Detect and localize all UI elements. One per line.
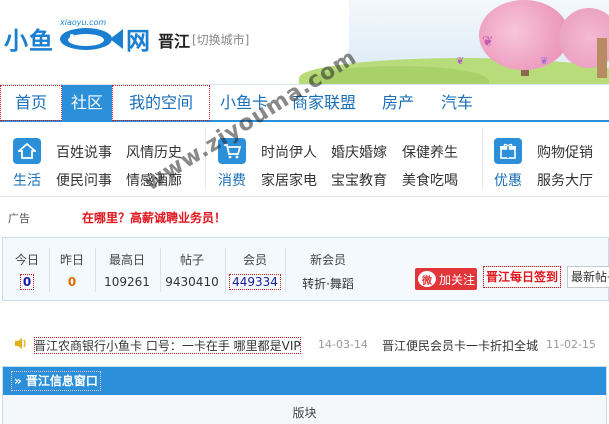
current-city: 晋江 xyxy=(158,32,191,51)
category-link[interactable]: 百姓说事 xyxy=(56,142,112,162)
stat-value: 449334 xyxy=(227,274,283,290)
announcement-link[interactable]: 晋江农商银行小鱼卡 口号：一卡在手 哪里都是VIP xyxy=(34,337,301,354)
category-link[interactable]: 便民问事 xyxy=(56,170,112,190)
category-group-discount: 优惠 购物促销 服务大厅 xyxy=(483,122,609,197)
stat-label: 最高日 xyxy=(108,253,145,267)
stat-today-value: 0 xyxy=(19,274,35,290)
category-title-discount[interactable]: 优惠 xyxy=(494,170,522,190)
ad-strip: 广告 在哪里？高薪诚聘业务员！ xyxy=(0,197,609,235)
category-title-consume[interactable]: 消费 xyxy=(218,170,246,190)
nav-real-estate[interactable]: 房产 xyxy=(376,85,420,121)
speaker-icon xyxy=(14,337,28,354)
stat-label: 新会员 xyxy=(309,253,346,267)
gift-icon xyxy=(494,138,522,164)
logo-url-text: xiaoyu.com xyxy=(60,18,107,27)
nav-home[interactable]: 首页 xyxy=(0,85,62,121)
switch-city-link[interactable]: [切换城市] xyxy=(192,31,249,48)
category-link[interactable]: 婚庆婚嫁 xyxy=(331,142,387,162)
stat-peak-day: 最高日 109261 xyxy=(97,238,157,300)
category-link[interactable]: 服务大厅 xyxy=(537,170,593,190)
stat-divider xyxy=(49,248,50,292)
category-panel: 生活 百姓说事 风情历史 便民问事 情感酒廊 消费 时尚伊人 婚庆婚嫁 保健养生… xyxy=(0,122,609,197)
weibo-follow-button[interactable]: 微 加关注 xyxy=(415,268,477,290)
weibo-icon: 微 xyxy=(418,271,436,287)
stat-divider xyxy=(225,248,226,292)
stat-posts: 帖子 9430410 xyxy=(161,238,223,300)
announcement-date: 14-03-14 xyxy=(318,338,368,351)
category-title-life[interactable]: 生活 xyxy=(13,170,41,190)
stat-yesterday-value: 0 xyxy=(67,275,77,289)
ad-link[interactable]: 在哪里？高薪诚聘业务员！ xyxy=(82,209,226,226)
announcement-ticker: 晋江农商银行小鱼卡 口号：一卡在手 哪里都是VIP 14-03-14 晋江便民会… xyxy=(0,333,609,355)
stat-label: 会员 xyxy=(242,253,267,267)
logo-text-left: 小鱼 xyxy=(4,26,54,55)
nav-community[interactable]: 社区 xyxy=(62,85,112,121)
site-logo[interactable]: 小鱼 xiaoyu.com 网 xyxy=(4,18,151,56)
stat-yesterday: 昨日 0 xyxy=(51,238,93,300)
home-icon xyxy=(13,138,41,164)
stat-members-value[interactable]: 449334 xyxy=(229,274,281,290)
category-link[interactable]: 美食吃喝 xyxy=(402,170,458,190)
butterfly-icon: ❦ xyxy=(482,34,494,50)
category-link[interactable]: 家居家电 xyxy=(261,170,317,190)
stat-peak-value: 109261 xyxy=(104,275,150,289)
forum-board-header: 版块 xyxy=(292,406,317,420)
announcement-link[interactable]: 晋江便民会员卡一卡折扣全城 xyxy=(382,337,538,354)
category-link[interactable]: 时尚伊人 xyxy=(261,142,317,162)
stat-label: 今日 xyxy=(14,253,39,267)
stat-label: 昨日 xyxy=(59,253,84,267)
stat-members: 会员 449334 xyxy=(227,238,283,300)
stat-value: 0 xyxy=(7,274,47,290)
announcement-date: 11-02-15 xyxy=(546,338,596,351)
info-window-header: » 晋江信息窗口 xyxy=(3,367,606,395)
stat-divider xyxy=(285,248,286,292)
stat-new-member: 新会员 转折·舞蹈 xyxy=(287,238,369,300)
nav-my-space[interactable]: 我的空间 xyxy=(112,85,210,121)
ad-label: 广告 xyxy=(8,212,30,225)
logo-text-right: 网 xyxy=(126,26,151,55)
stat-today: 今日 0 xyxy=(7,238,47,300)
follow-label: 加关注 xyxy=(439,272,476,287)
daily-signin-button[interactable]: 晋江每日签到 xyxy=(483,266,561,288)
fish-logo-icon: xiaoyu.com xyxy=(56,18,124,55)
banner-windmill xyxy=(597,38,607,78)
stat-label: 帖子 xyxy=(179,253,204,267)
stat-posts-value: 9430410 xyxy=(165,275,219,289)
stat-new-member-value[interactable]: 转折·舞蹈 xyxy=(287,275,369,292)
info-window-title[interactable]: » 晋江信息窗口 xyxy=(11,371,101,391)
category-link[interactable]: 宝宝教育 xyxy=(331,170,387,190)
nav-cars[interactable]: 汽车 xyxy=(432,85,482,121)
butterfly-icon: ❦ xyxy=(540,56,549,67)
butterfly-icon: ❦ xyxy=(456,56,465,67)
category-link[interactable]: 保健养生 xyxy=(402,142,458,162)
info-window-panel: » 晋江信息窗口 版块 xyxy=(2,366,607,424)
category-link[interactable]: 购物促销 xyxy=(537,142,593,162)
stat-divider xyxy=(95,248,96,292)
latest-posts-button[interactable]: 最新帖子 xyxy=(567,266,609,288)
